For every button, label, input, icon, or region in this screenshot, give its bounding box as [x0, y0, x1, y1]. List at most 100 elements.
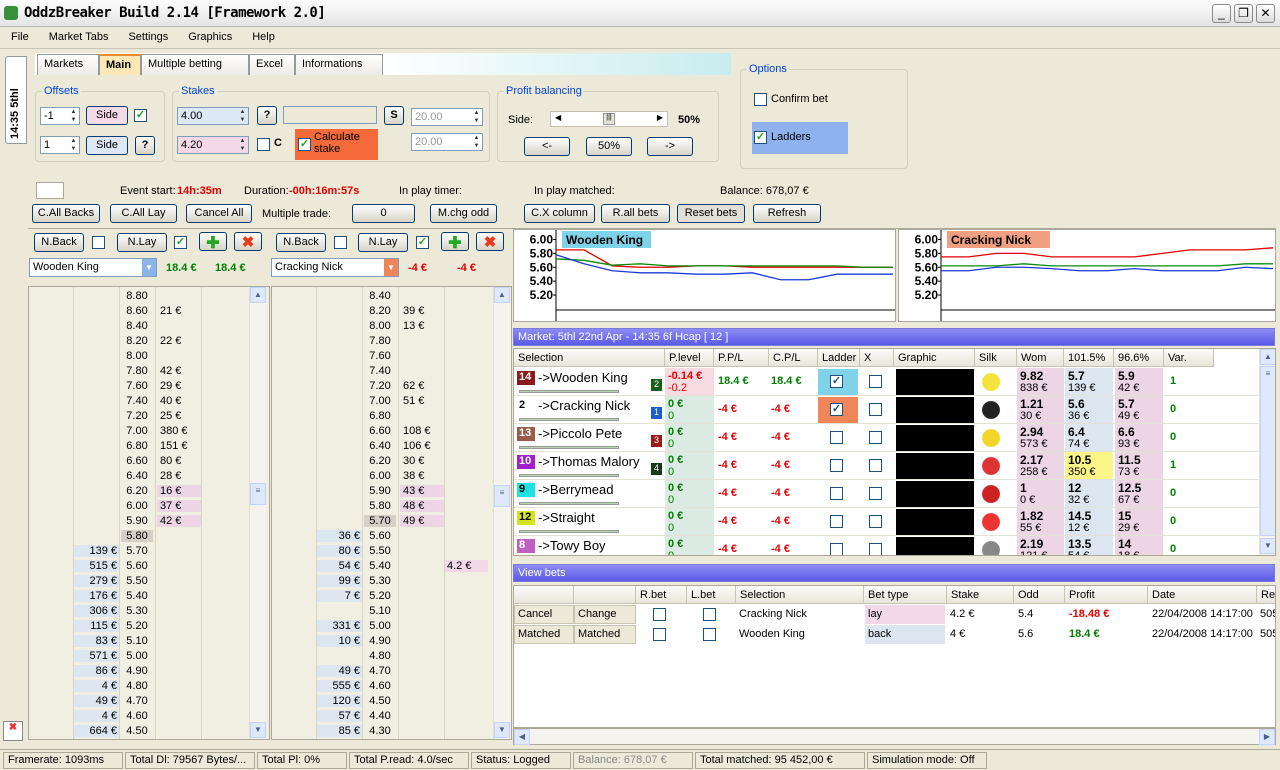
ladder1-nlay-button[interactable]: N.Lay [117, 233, 167, 252]
ladders-option[interactable]: ✓ Ladders [752, 122, 848, 154]
ladder1-grid[interactable]: 8.80 8.60 21 € 8.40 8.20 22 € 8.00 7.80 42 € 7.60… [28, 286, 270, 740]
market-col-p-p-l[interactable]: P.P/L [714, 349, 769, 367]
offset-input-1[interactable]: -1 ▲ ▼ [40, 107, 80, 125]
ladder-back-amount[interactable]: 515 € [73, 560, 119, 572]
scroll-thumb[interactable]: ≡ [494, 485, 510, 507]
ladder-back-amount[interactable]: 7 € [316, 590, 362, 602]
ladder-back-amount[interactable]: 49 € [73, 695, 119, 707]
ladder2-runner-select[interactable]: Cracking Nick ▼ [271, 258, 399, 277]
ladder-row[interactable]: 4.80 [272, 649, 511, 664]
ladder-row[interactable]: 8.60 21 € [29, 304, 269, 319]
ladder-lay-amount[interactable]: 40 € [157, 395, 201, 407]
stakes-help-button[interactable]: ? [257, 106, 277, 125]
ladder-row[interactable]: 6.40 28 € [29, 469, 269, 484]
ladder-lay-amount[interactable]: 62 € [400, 380, 444, 392]
scroll-left-icon[interactable]: ◀ [514, 729, 530, 745]
runner-lay-price[interactable]: 14 18 € [1115, 536, 1163, 555]
runner-ladder-checkbox[interactable]: ✓ [830, 375, 843, 388]
ladder-row[interactable]: 6.80 [272, 409, 511, 424]
ladder-row[interactable]: 8.20 39 € [272, 304, 511, 319]
ladder-back-amount[interactable]: 571 € [73, 650, 119, 662]
menu-file[interactable]: File [0, 27, 38, 43]
ladder-row[interactable]: 6.20 30 € [272, 454, 511, 469]
refresh-button[interactable]: Refresh [753, 204, 821, 223]
slider-thumb[interactable]: ||| [603, 113, 615, 125]
runner-back-price[interactable]: 12 32 € [1065, 480, 1113, 508]
ladder-back-amount[interactable]: 10 € [316, 635, 362, 647]
market-col-selection[interactable]: Selection [514, 349, 665, 367]
profit-right-button[interactable]: -> [647, 137, 693, 156]
scroll-up-icon[interactable]: ▲ [494, 287, 510, 303]
cancel-all-backs-button[interactable]: C.All Backs [32, 204, 100, 223]
ladder-lay-amount[interactable]: 30 € [400, 455, 444, 467]
ladder-lay-amount[interactable]: 13 € [400, 320, 444, 332]
error-icon[interactable]: ✖ [3, 721, 23, 741]
bets-col-l-bet[interactable]: L.bet [687, 586, 736, 604]
ladder-row[interactable]: 7.20 62 € [272, 379, 511, 394]
bets-col-profit[interactable]: Profit [1065, 586, 1148, 604]
ladder-back-amount[interactable]: 115 € [73, 620, 119, 632]
bet-rbet-checkbox[interactable] [653, 628, 666, 641]
ladder-row[interactable]: 7.60 [272, 349, 511, 364]
ladder-row[interactable]: 36 € 5.60 [272, 529, 511, 544]
ladder-row[interactable]: 555 € 4.60 [272, 679, 511, 694]
scroll-thumb[interactable]: ≡ [1260, 366, 1275, 536]
stake-c-checkbox[interactable] [257, 138, 270, 151]
multiple-trade-button[interactable]: 0 [352, 204, 415, 223]
ladder-row[interactable]: 8.80 [29, 289, 269, 304]
ladder-row[interactable]: 8.00 [29, 349, 269, 364]
ladder-lay-amount[interactable]: 106 € [400, 440, 444, 452]
market-side-tab[interactable]: 14:35 5thl [5, 56, 27, 144]
spinner-icon[interactable]: ▲ ▼ [237, 137, 248, 153]
ladder2-nlay-button[interactable]: N.Lay [358, 233, 408, 252]
ladder-row[interactable]: 571 € 5.00 [29, 649, 269, 664]
ladder-lay-amount[interactable]: 51 € [400, 395, 444, 407]
profit-left-button[interactable]: <- [524, 137, 570, 156]
ladder-my-bet[interactable]: 4.2 € [444, 560, 488, 572]
scroll-up-icon[interactable]: ▲ [250, 287, 266, 303]
ladder-back-amount[interactable]: 331 € [316, 620, 362, 632]
ladder-row[interactable]: 57 € 4.40 [272, 709, 511, 724]
market-col-silk[interactable]: Silk [975, 349, 1017, 367]
ladder-lay-amount[interactable]: 43 € [400, 485, 444, 497]
bet-action-2[interactable]: Matched [574, 625, 636, 644]
ladder-row[interactable]: 331 € 5.00 [272, 619, 511, 634]
runner-lay-price[interactable]: 5.9 42 € [1115, 368, 1163, 396]
ladder-row[interactable]: 120 € 4.50 [272, 694, 511, 709]
profit-50-button[interactable]: 50% [586, 137, 632, 156]
spinner-icon[interactable]: ▲ ▼ [68, 108, 79, 124]
scroll-up-icon[interactable]: ▲ [1260, 349, 1275, 365]
ladder-row[interactable]: 80 € 5.50 [272, 544, 511, 559]
ladder-row[interactable]: 306 € 5.30 [29, 604, 269, 619]
ladder1-scrollbar[interactable]: ▲ ≡ ▼ [249, 287, 266, 739]
ladder-lay-amount[interactable]: 28 € [157, 470, 201, 482]
ladder-row[interactable]: 85 € 4.30 [272, 724, 511, 739]
spinner-icon[interactable]: ▲ ▼ [68, 137, 79, 153]
ladder-lay-amount[interactable]: 108 € [400, 425, 444, 437]
bet-action-1[interactable]: Cancel [514, 605, 574, 624]
ladder-row[interactable]: 7.40 [272, 364, 511, 379]
ladder-back-amount[interactable]: 664 € [73, 725, 119, 737]
bets-hscrollbar[interactable]: ◀ ▶ [513, 728, 1276, 745]
slider-left-arrow-icon[interactable]: ◀ [555, 113, 561, 122]
bets-col-re[interactable]: Re [1257, 586, 1275, 604]
ladder-back-amount[interactable]: 120 € [316, 695, 362, 707]
ladder-row[interactable]: 10 € 4.90 [272, 634, 511, 649]
menu-graphics[interactable]: Graphics [177, 27, 241, 43]
bets-col-odd[interactable]: Odd [1014, 586, 1065, 604]
ladder-row[interactable]: 176 € 5.40 [29, 589, 269, 604]
ladder-row[interactable]: 7.80 42 € [29, 364, 269, 379]
ladder-row[interactable]: 5.10 [272, 604, 511, 619]
runner-back-price[interactable]: 5.7 139 € [1065, 368, 1113, 396]
ladder2-remove-icon[interactable]: ✖ [476, 232, 504, 251]
runner-ladder-checkbox[interactable] [830, 487, 843, 500]
ladder-row[interactable]: 7.20 25 € [29, 409, 269, 424]
ladder2-nback-checkbox[interactable] [334, 236, 347, 249]
menu-market-tabs[interactable]: Market Tabs [38, 27, 118, 43]
ladder-lay-amount[interactable]: 29 € [157, 380, 201, 392]
ladder-row[interactable]: 7.40 40 € [29, 394, 269, 409]
runner-x-checkbox[interactable] [869, 431, 882, 444]
runner-back-price[interactable]: 6.4 74 € [1065, 424, 1113, 452]
ladder-back-amount[interactable]: 86 € [73, 665, 119, 677]
cancel-x-column-button[interactable]: C.X column [524, 204, 595, 223]
